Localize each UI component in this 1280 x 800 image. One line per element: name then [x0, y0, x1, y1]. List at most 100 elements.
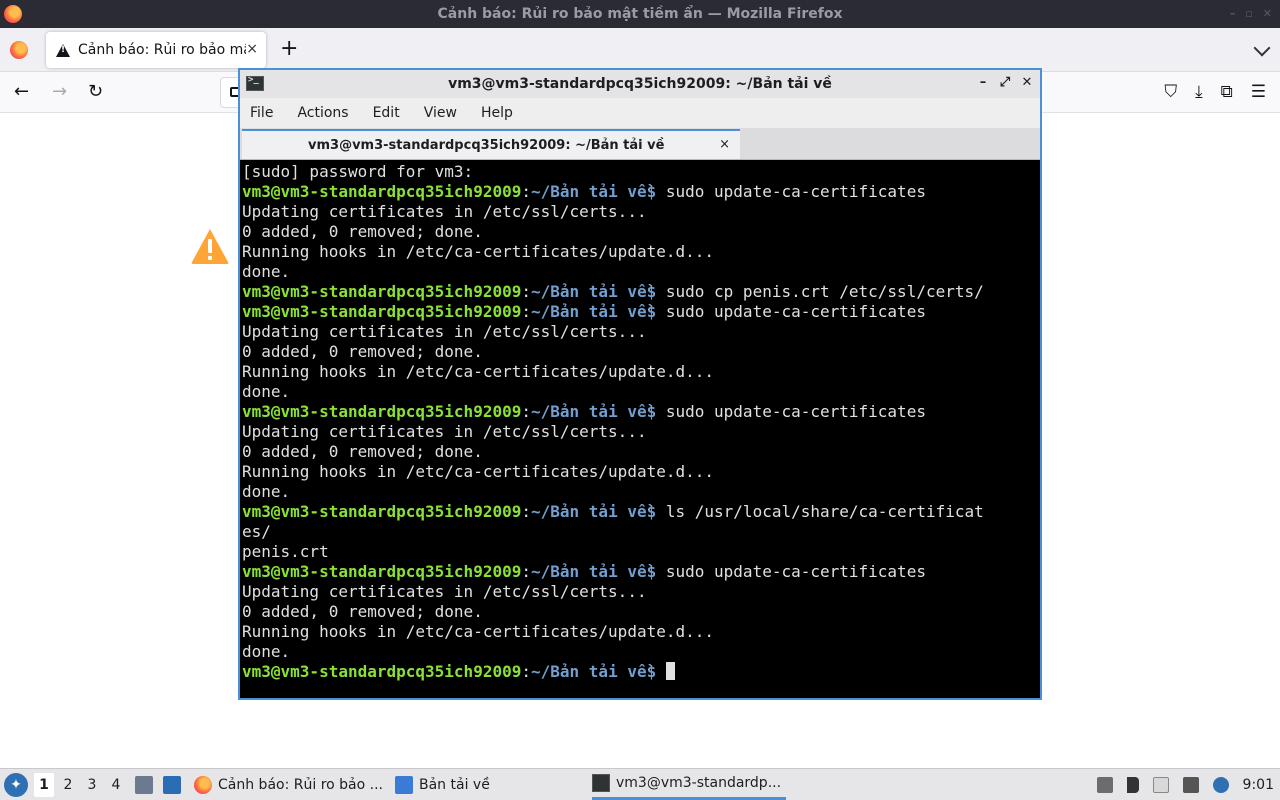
back-button[interactable]: ←: [14, 81, 29, 103]
terminal-output-line: Running hooks in /etc/ca-certificates/up…: [242, 362, 715, 381]
close-icon[interactable]: ✕: [1263, 7, 1272, 20]
command-text: sudo update-ca-certificates: [656, 562, 926, 581]
task-terminal[interactable]: vm3@vm3-standardp...: [592, 769, 786, 800]
pocket-icon[interactable]: ⛉: [1164, 82, 1177, 102]
command-text: sudo update-ca-certificates: [656, 402, 926, 421]
prompt-separator: :: [521, 302, 531, 321]
prompt-dollar: $: [646, 662, 657, 681]
terminal-output-line: Updating certificates in /etc/ssl/certs.…: [242, 422, 647, 441]
list-all-tabs-icon[interactable]: [1253, 39, 1271, 57]
prompt-separator: :: [521, 562, 531, 581]
workspace-1[interactable]: 1: [34, 773, 54, 797]
minimize-icon[interactable]: –: [1230, 7, 1236, 20]
terminal-command-line: vm3@vm3-standardpcq35ich92009:~/Bản tải …: [242, 502, 1038, 522]
prompt-separator: :: [521, 502, 531, 521]
forward-button[interactable]: →: [52, 81, 67, 103]
menu-help[interactable]: Help: [481, 105, 513, 121]
menu-file[interactable]: File: [250, 105, 273, 121]
warning-icon: [56, 43, 70, 57]
file-manager-icon[interactable]: [135, 776, 153, 794]
prompt-path: ~/Bản tải về: [531, 502, 647, 521]
terminal-output-line: penis.crt: [242, 542, 329, 561]
terminal-output-line: Updating certificates in /etc/ssl/certs.…: [242, 582, 647, 601]
terminal-output-line: Running hooks in /etc/ca-certificates/up…: [242, 242, 715, 261]
terminal-menubar: File Actions Edit View Help: [240, 98, 1040, 128]
prompt-user: vm3@vm3-standardpcq35ich92009: [242, 402, 522, 421]
terminal-window-title: vm3@vm3-standardpcq35ich92009: ~/Bản tải…: [448, 76, 832, 92]
terminal-output-line: 0 added, 0 removed; done.: [242, 442, 483, 461]
terminal-tab-close-button[interactable]: ×: [719, 137, 730, 152]
firefox-icon: [4, 5, 22, 23]
volume-icon[interactable]: [1126, 776, 1139, 793]
workspace-2[interactable]: 2: [58, 777, 78, 793]
menu-edit[interactable]: Edit: [373, 105, 400, 121]
prompt-separator: :: [521, 662, 531, 681]
maximize-icon[interactable]: ▫: [1245, 7, 1252, 20]
terminal-output-line: 0 added, 0 removed; done.: [242, 342, 483, 361]
prompt-path: ~/Bản tải về: [531, 662, 647, 681]
clipboard-icon[interactable]: [1096, 776, 1113, 793]
prompt-path: ~/Bản tải về: [531, 562, 647, 581]
show-desktop-icon[interactable]: [163, 776, 181, 794]
terminal-output-line: Updating certificates in /etc/ssl/certs.…: [242, 202, 647, 221]
extensions-icon[interactable]: ⧉: [1221, 82, 1233, 102]
minimize-icon[interactable]: –: [976, 75, 990, 90]
terminal-output-line: 0 added, 0 removed; done.: [242, 602, 483, 621]
task-label: Cảnh báo: Rủi ro bảo ...: [218, 776, 383, 793]
menu-actions[interactable]: Actions: [297, 105, 348, 121]
tab-close-button[interactable]: ×: [246, 41, 258, 57]
task-label: vm3@vm3-standardp...: [616, 775, 782, 791]
firefox-window-title: Cảnh báo: Rủi ro bảo mật tiềm ẩn — Mozil…: [437, 6, 843, 22]
terminal-output-line: Updating certificates in /etc/ssl/certs.…: [242, 322, 647, 341]
task-folder[interactable]: Bản tải về: [395, 769, 585, 800]
terminal-tab[interactable]: vm3@vm3-standardpcq35ich92009: ~/Bản tải…: [242, 129, 740, 159]
terminal-command-line: vm3@vm3-standardpcq35ich92009:~/Bản tải …: [242, 282, 1038, 302]
command-text: sudo update-ca-certificates: [656, 182, 926, 201]
taskbar: ✦ 1 2 3 4 Cảnh báo: Rủi ro bảo ... Bản t…: [0, 768, 1280, 800]
prompt-dollar: $: [646, 402, 657, 421]
start-menu-button[interactable]: ✦: [4, 773, 28, 797]
firefox-tabstrip: Cảnh báo: Rủi ro bảo mật tiềm ẩn × +: [0, 28, 1280, 72]
prompt-path: ~/Bản tải về: [531, 302, 647, 321]
terminal-output[interactable]: [sudo] password for vm3: vm3@vm3-standard…: [240, 160, 1040, 698]
command-text: ls /usr/local/share/ca-certificat: [656, 502, 984, 521]
terminal-titlebar: vm3@vm3-standardpcq35ich92009: ~/Bản tải…: [240, 70, 1040, 98]
prompt-path: ~/Bản tải về: [531, 402, 647, 421]
updates-icon[interactable]: [1212, 776, 1229, 793]
new-tab-button[interactable]: +: [280, 38, 298, 60]
menu-view[interactable]: View: [424, 105, 457, 121]
clock: 9:01: [1242, 776, 1274, 793]
system-tray: 9:01: [1096, 769, 1280, 800]
firefox-window-controls: – ▫ ✕: [1230, 7, 1272, 20]
notes-icon[interactable]: [1152, 776, 1169, 793]
terminal-tab-title: vm3@vm3-standardpcq35ich92009: ~/Bản tải…: [308, 137, 665, 153]
terminal-output-line: 0 added, 0 removed; done.: [242, 222, 483, 241]
terminal-output-line: done.: [242, 642, 291, 661]
terminal-window: vm3@vm3-standardpcq35ich92009: ~/Bản tải…: [238, 68, 1042, 700]
maximize-icon[interactable]: ⤢: [998, 75, 1012, 90]
prompt-user: vm3@vm3-standardpcq35ich92009: [242, 282, 522, 301]
prompt-dollar: $: [646, 302, 657, 321]
prompt-user: vm3@vm3-standardpcq35ich92009: [242, 562, 522, 581]
downloads-icon[interactable]: ⤓: [1195, 82, 1203, 102]
folder-icon: [395, 775, 413, 794]
close-icon[interactable]: ✕: [1020, 75, 1034, 90]
terminal-output-line: Running hooks in /etc/ca-certificates/up…: [242, 462, 715, 481]
terminal-command-line: vm3@vm3-standardpcq35ich92009:~/Bản tải …: [242, 182, 1038, 202]
terminal-window-controls: – ⤢ ✕: [976, 75, 1034, 90]
terminal-command-line: vm3@vm3-standardpcq35ich92009:~/Bản tải …: [242, 562, 1038, 582]
command-text: sudo update-ca-certificates: [656, 302, 926, 321]
network-icon[interactable]: [1182, 776, 1199, 793]
workspace-3[interactable]: 3: [82, 777, 102, 793]
workspace-4[interactable]: 4: [106, 777, 126, 793]
reload-button[interactable]: ↻: [88, 81, 103, 103]
firefox-view-icon[interactable]: [10, 41, 28, 59]
terminal-command-line: vm3@vm3-standardpcq35ich92009:~/Bản tải …: [242, 302, 1038, 322]
task-firefox[interactable]: Cảnh báo: Rủi ro bảo ...: [194, 769, 384, 800]
prompt-user: vm3@vm3-standardpcq35ich92009: [242, 662, 522, 681]
menu-icon[interactable]: ☰: [1251, 82, 1266, 102]
firefox-titlebar: Cảnh báo: Rủi ro bảo mật tiềm ẩn — Mozil…: [0, 0, 1280, 28]
browser-tab[interactable]: Cảnh báo: Rủi ro bảo mật tiềm ẩn ×: [46, 32, 266, 68]
security-warning-icon: [190, 227, 230, 265]
prompt-dollar: $: [646, 182, 657, 201]
